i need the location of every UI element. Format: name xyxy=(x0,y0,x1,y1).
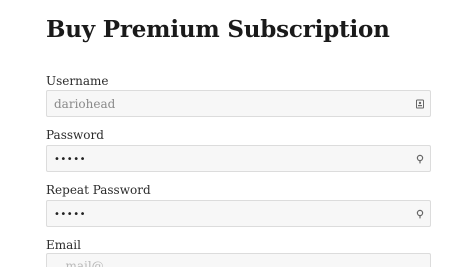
username-label: Username xyxy=(46,74,109,88)
key-icon[interactable] xyxy=(415,209,425,219)
repeat-password-field[interactable]: ••••• xyxy=(46,200,431,227)
contact-card-icon[interactable] xyxy=(415,99,425,109)
key-icon[interactable] xyxy=(415,154,425,164)
repeat-password-value: ••••• xyxy=(54,209,86,220)
email-label: Email xyxy=(46,238,81,252)
username-field[interactable]: dariohead xyxy=(46,90,431,117)
repeat-password-label: Repeat Password xyxy=(46,183,151,197)
password-value: ••••• xyxy=(54,154,86,165)
password-field[interactable]: ••••• xyxy=(46,145,431,172)
email-field[interactable]: ...mail@... xyxy=(46,253,431,267)
password-label: Password xyxy=(46,128,104,142)
username-value: dariohead xyxy=(54,97,116,111)
email-value: ...mail@... xyxy=(54,259,116,267)
page-title: Buy Premium Subscription xyxy=(46,16,390,43)
